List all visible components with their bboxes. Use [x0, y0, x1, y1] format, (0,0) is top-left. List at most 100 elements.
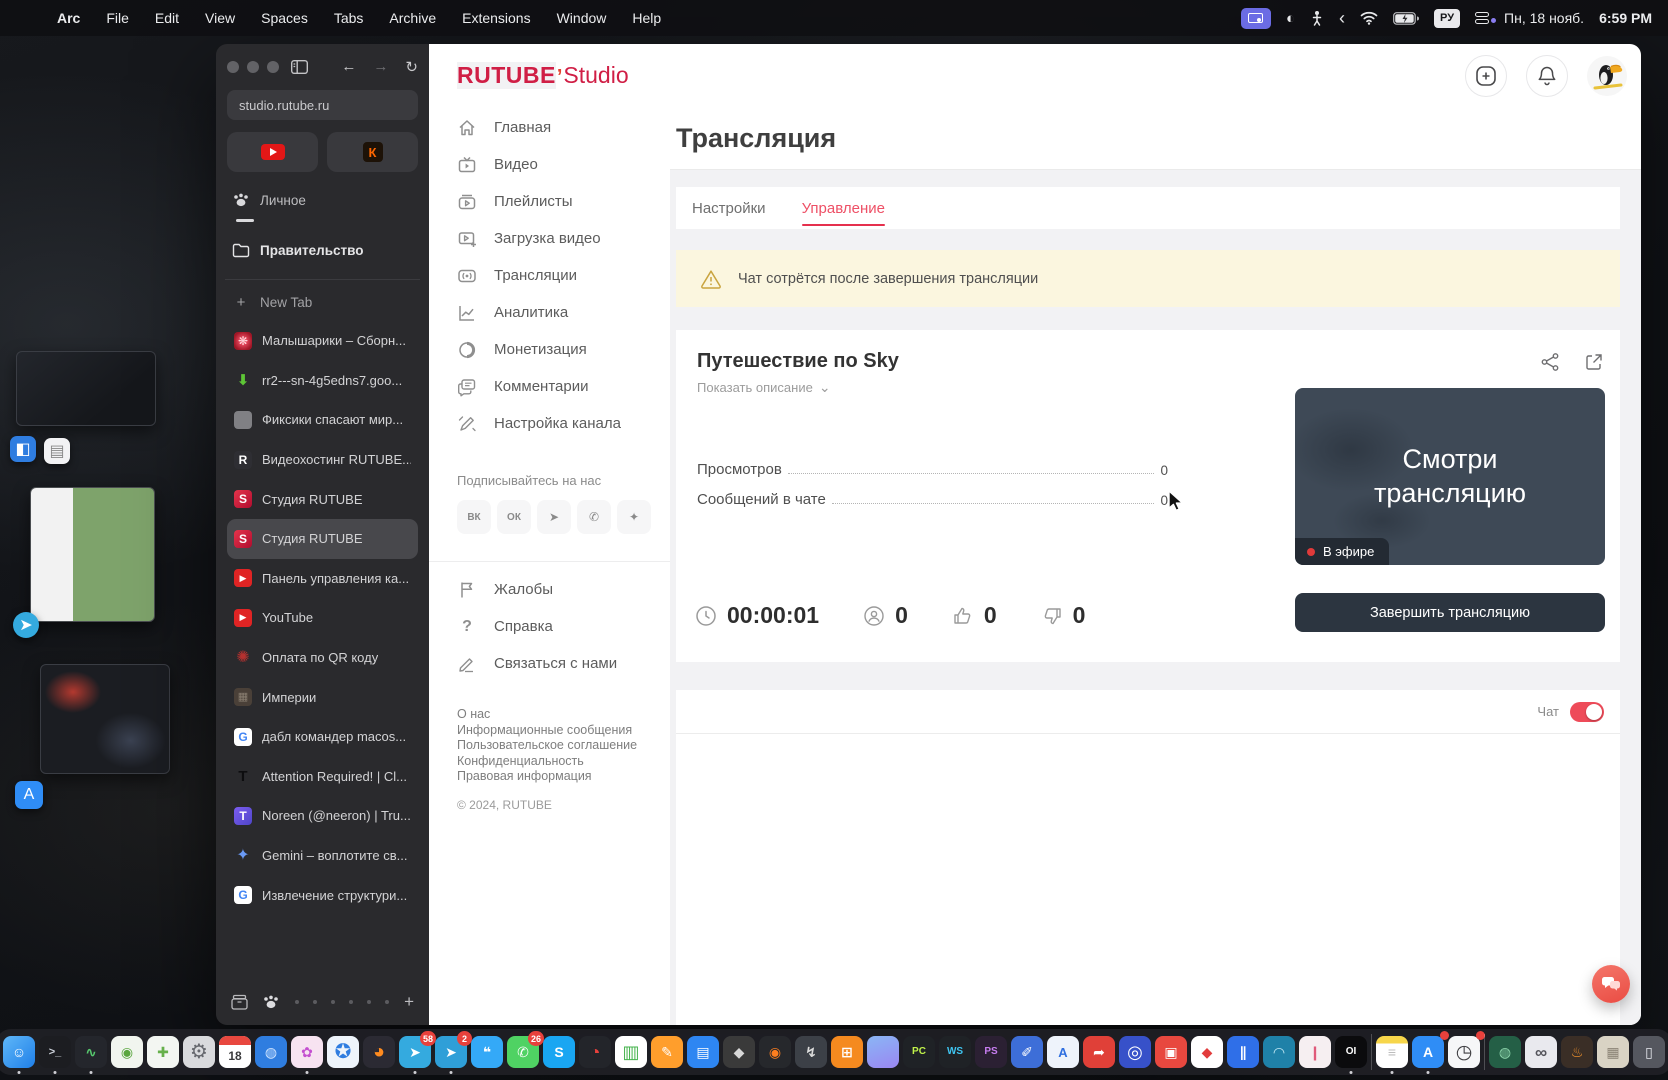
- sidebar-item-comments[interactable]: Комментарии: [457, 368, 656, 405]
- dock-item[interactable]: ↯: [795, 1036, 827, 1068]
- footer-link[interactable]: Пользовательское соглашение: [457, 738, 656, 754]
- dock-item[interactable]: ◕: [363, 1036, 395, 1068]
- pinned-tab-youtube[interactable]: [227, 132, 318, 172]
- menu-item[interactable]: Arc: [44, 10, 93, 26]
- notifications-button[interactable]: [1526, 54, 1568, 97]
- arc-tab[interactable]: G Извлечение структури...: [227, 875, 418, 915]
- dock-item[interactable]: ✆ 26: [507, 1031, 544, 1068]
- dock-item[interactable]: ◍: [1489, 1036, 1521, 1068]
- menu-item[interactable]: File: [93, 10, 142, 26]
- menu-item[interactable]: Archive: [376, 10, 449, 26]
- dock-item[interactable]: ⚙: [183, 1036, 215, 1068]
- sidebar-item-home[interactable]: Главная: [457, 109, 656, 146]
- dock-item[interactable]: ▤: [687, 1036, 719, 1068]
- dock-item[interactable]: WS: [939, 1036, 971, 1068]
- arc-tab[interactable]: ✦ Gemini – воплотите св...: [227, 836, 418, 876]
- mini-app-icon[interactable]: ◧: [10, 436, 36, 462]
- tab-settings[interactable]: Настройки: [692, 200, 766, 217]
- wifi-icon[interactable]: [1360, 11, 1378, 25]
- menu-item[interactable]: Extensions: [449, 10, 543, 26]
- dock-item[interactable]: ✪: [327, 1036, 359, 1068]
- window-preview-thumbnail[interactable]: [16, 351, 156, 426]
- window-zoom-button[interactable]: [267, 61, 279, 73]
- end-stream-button[interactable]: Завершить трансляцию: [1295, 593, 1605, 632]
- arc-tab[interactable]: S Студия RUTUBE: [227, 518, 418, 559]
- address-bar[interactable]: studio.rutube.ru: [227, 90, 418, 120]
- dock-item[interactable]: ✎: [651, 1036, 683, 1068]
- sidebar-item-monetization[interactable]: Монетизация: [457, 331, 656, 368]
- arc-tab[interactable]: ⬇ rr2---sn-4g5edns7.goo...: [227, 361, 418, 401]
- arc-tab[interactable]: S Студия RUTUBE: [227, 479, 418, 519]
- dock-item[interactable]: ◉: [111, 1036, 143, 1068]
- likes-counter[interactable]: 0: [952, 602, 997, 629]
- dock-item[interactable]: ▦: [1597, 1036, 1629, 1068]
- arc-tab[interactable]: T Noreen (@neeron) | Tru...: [227, 796, 418, 836]
- tab-control[interactable]: Управление: [801, 200, 886, 226]
- paw-icon[interactable]: [262, 994, 280, 1010]
- sidebar-item-contact[interactable]: Связаться с нами: [457, 645, 656, 682]
- dock-item[interactable]: [867, 1036, 899, 1068]
- new-tab-button[interactable]: + New Tab: [227, 289, 418, 315]
- dock-item[interactable]: ◷: [1448, 1031, 1485, 1068]
- app-store-mini-icon[interactable]: A: [15, 781, 43, 809]
- telegram-icon[interactable]: ➤: [537, 500, 571, 534]
- arc-tab[interactable]: ❋ Малышарики – Сборн...: [227, 321, 418, 361]
- dock-item[interactable]: ▯: [1633, 1036, 1665, 1068]
- dock-item[interactable]: ◎: [1119, 1036, 1151, 1068]
- dock-item[interactable]: ❙: [1299, 1036, 1331, 1068]
- footer-link[interactable]: Конфиденциальность: [457, 754, 656, 770]
- dock-item[interactable]: ➦: [1083, 1036, 1115, 1068]
- contrast-icon[interactable]: ◐: [1286, 11, 1295, 26]
- dock-item[interactable]: ≡: [1376, 1036, 1408, 1068]
- dock-item[interactable]: [1484, 1034, 1485, 1070]
- rutube-studio-logo[interactable]: RUTUBE ’ Studio: [457, 62, 629, 89]
- back-button[interactable]: ←: [341, 58, 356, 76]
- dock-item[interactable]: ∥: [1227, 1036, 1259, 1068]
- dislikes-counter[interactable]: 0: [1041, 602, 1085, 629]
- footer-link[interactable]: Информационные сообщения: [457, 723, 656, 739]
- viber-icon[interactable]: ✆: [577, 500, 611, 534]
- dock-item[interactable]: ◆: [723, 1036, 755, 1068]
- add-space-button[interactable]: +: [404, 992, 414, 1012]
- dock-item[interactable]: ◍: [255, 1036, 287, 1068]
- dock-item[interactable]: ▥: [615, 1036, 647, 1068]
- menu-item[interactable]: Spaces: [248, 10, 321, 26]
- menu-bar-clock[interactable]: 6:59 PM: [1599, 10, 1652, 26]
- reload-button[interactable]: ↻: [405, 58, 418, 76]
- arc-tab[interactable]: ✺ Оплата по QR коду: [227, 638, 418, 678]
- sidebar-item-broadcasts[interactable]: Трансляции: [457, 257, 656, 294]
- menu-item[interactable]: View: [192, 10, 248, 26]
- footer-link[interactable]: Правовая информация: [457, 769, 656, 785]
- menu-item[interactable]: Tabs: [321, 10, 377, 26]
- screen-mirroring-icon[interactable]: [1240, 7, 1271, 29]
- dock-item[interactable]: ☺: [3, 1036, 35, 1068]
- sidebar-item-analytics[interactable]: Аналитика: [457, 294, 656, 331]
- arc-tab[interactable]: R Видеохостинг RUTUBE...: [227, 440, 418, 480]
- archive-box-icon[interactable]: [231, 994, 248, 1010]
- arc-tab[interactable]: Фиксики спасают мир...: [227, 400, 418, 440]
- footer-link[interactable]: О нас: [457, 707, 656, 723]
- battery-icon[interactable]: [1393, 11, 1420, 25]
- forward-button[interactable]: →: [373, 58, 388, 76]
- space-government[interactable]: Правительство: [227, 237, 418, 263]
- odnoklassniki-icon[interactable]: ОК: [497, 500, 531, 534]
- dock-item[interactable]: ➤ 2: [435, 1031, 472, 1068]
- sidebar-item-help[interactable]: ? Справка: [457, 608, 656, 645]
- open-external-icon[interactable]: [1584, 352, 1604, 372]
- dock-item[interactable]: ∞: [1525, 1036, 1557, 1068]
- arc-tab[interactable]: ▦ Империи: [227, 677, 418, 717]
- dock-item[interactable]: A: [1047, 1036, 1079, 1068]
- create-button[interactable]: [1465, 54, 1507, 97]
- sidebar-toggle-icon[interactable]: [291, 60, 308, 74]
- show-description-toggle[interactable]: Показать описание ⌄: [697, 379, 831, 396]
- support-chat-fab[interactable]: [1592, 965, 1630, 1003]
- sidebar-item-channel-settings[interactable]: Настройка канала: [457, 405, 656, 442]
- window-preview-thumbnail[interactable]: [40, 664, 170, 774]
- dock-item[interactable]: ✐: [1011, 1036, 1043, 1068]
- assistive-figure-icon[interactable]: [1310, 10, 1324, 26]
- arc-tab[interactable]: ▶ Панель управления ка...: [227, 559, 418, 599]
- input-language-badge[interactable]: РУ: [1434, 8, 1461, 28]
- dock-item[interactable]: S: [543, 1036, 575, 1068]
- menu-item[interactable]: Help: [619, 10, 674, 26]
- sidebar-item-upload[interactable]: Загрузка видео: [457, 220, 656, 257]
